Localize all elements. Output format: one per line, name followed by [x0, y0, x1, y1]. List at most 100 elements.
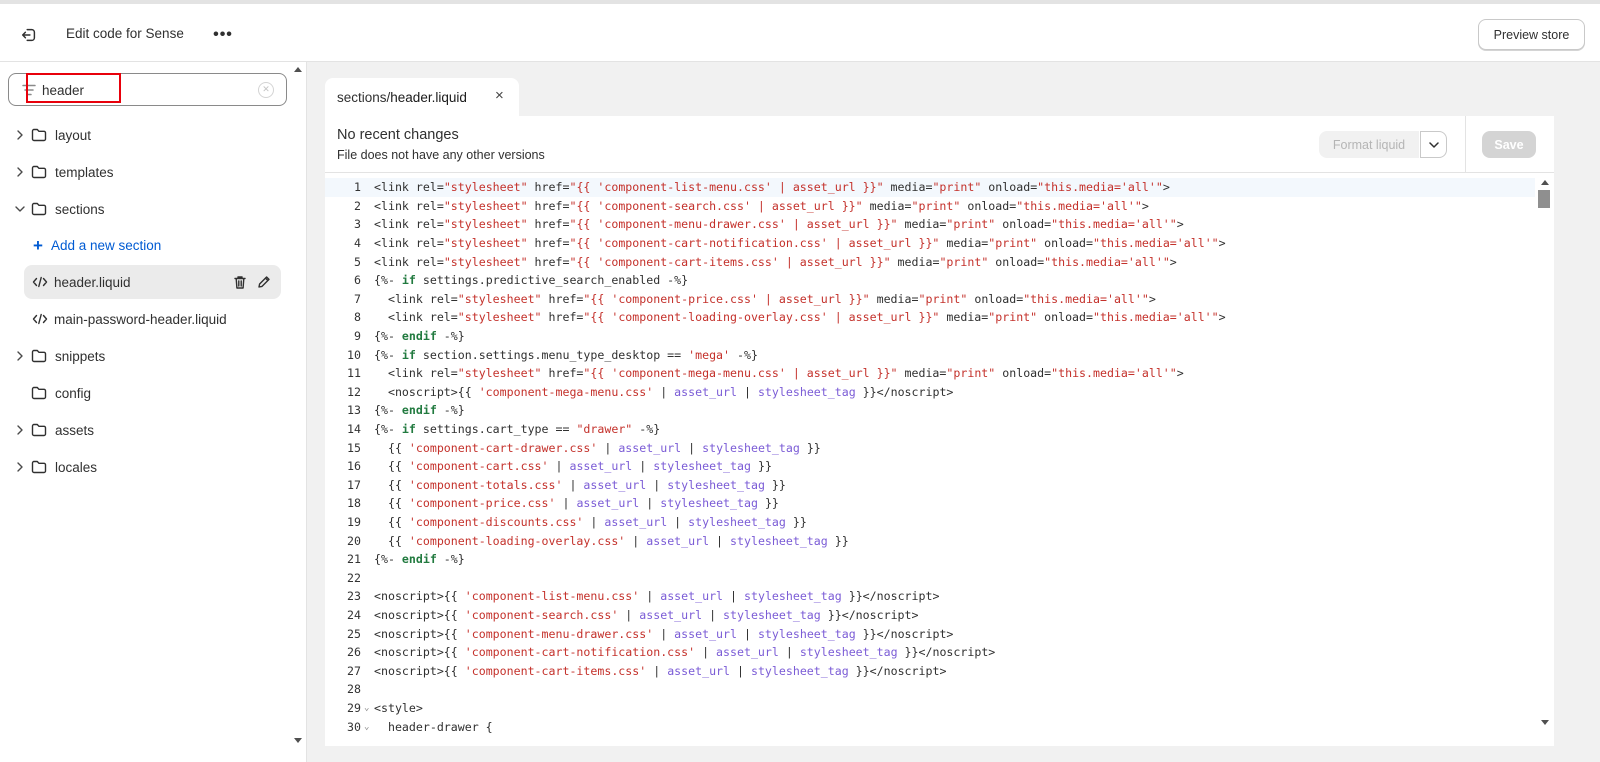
- save-button[interactable]: Save: [1482, 131, 1536, 158]
- line-number: 18: [347, 496, 361, 511]
- folder-icon: [31, 460, 47, 474]
- folder-icon: [31, 349, 47, 363]
- folder-locales[interactable]: locales: [0, 452, 300, 482]
- code-line[interactable]: 8 <link rel="stylesheet" href="{{ 'compo…: [325, 308, 1535, 327]
- code-line[interactable]: 27 <noscript>{{ 'component-cart-items.css…: [325, 662, 1535, 681]
- line-number: 14: [347, 422, 361, 437]
- code-line[interactable]: 12 <noscript>{{ 'component-mega-menu.css…: [325, 383, 1535, 402]
- code-line[interactable]: 26 <noscript>{{ 'component-cart-notificat…: [325, 643, 1535, 662]
- add-section-link[interactable]: + Add a new section: [33, 233, 161, 257]
- code-line[interactable]: 28: [325, 680, 1535, 699]
- folder-sections[interactable]: sections: [0, 194, 300, 224]
- exit-button[interactable]: [16, 22, 42, 48]
- line-number: 21: [347, 552, 361, 567]
- preview-store-button[interactable]: Preview store: [1478, 19, 1585, 50]
- code-text: {%- endif -%}: [374, 403, 465, 418]
- code-text: <noscript>{{ 'component-cart-notificatio…: [374, 645, 996, 660]
- code-line[interactable]: 15 {{ 'component-cart-drawer.css' | asse…: [325, 438, 1535, 457]
- trash-icon[interactable]: [230, 272, 250, 292]
- code-line[interactable]: 10 {%- if section.settings.menu_type_desk…: [325, 345, 1535, 364]
- file-item[interactable]: main-password-header.liquid: [24, 302, 281, 336]
- chevron-right-icon[interactable]: [14, 167, 26, 177]
- folder-config[interactable]: config: [0, 378, 300, 408]
- code-scroll-thumb[interactable]: [1538, 190, 1550, 208]
- code-text: header-drawer {: [374, 719, 493, 734]
- code-scroll-up-arrow[interactable]: [1541, 180, 1549, 185]
- code-text: {%- endif -%}: [374, 329, 465, 344]
- folder-label: locales: [55, 459, 98, 475]
- code-line[interactable]: 20 {{ 'component-loading-overlay.css' | …: [325, 531, 1535, 550]
- format-options-dropdown[interactable]: [1420, 131, 1447, 158]
- code-line[interactable]: 2 <link rel="stylesheet" href="{{ 'compon…: [325, 197, 1535, 216]
- code-line[interactable]: 1 <link rel="stylesheet" href="{{ 'compon…: [325, 178, 1535, 197]
- folder-icon: [31, 202, 47, 216]
- folder-templates[interactable]: templates: [0, 157, 300, 187]
- code-line[interactable]: 7 <link rel="stylesheet" href="{{ 'compo…: [325, 290, 1535, 309]
- code-line[interactable]: 11 <link rel="stylesheet" href="{{ 'comp…: [325, 364, 1535, 383]
- code-line[interactable]: 19 {{ 'component-discounts.css' | asset_…: [325, 513, 1535, 532]
- chevron-right-icon[interactable]: [14, 130, 26, 140]
- code-line[interactable]: 18 {{ 'component-price.css' | asset_url …: [325, 494, 1535, 513]
- code-line[interactable]: 13 {%- endif -%}: [325, 401, 1535, 420]
- folder-snippets[interactable]: snippets: [0, 341, 300, 371]
- add-section-label: Add a new section: [50, 237, 162, 253]
- code-text: <noscript>{{ 'component-menu-drawer.css'…: [374, 626, 954, 641]
- code-line[interactable]: 30 ⌄ header-drawer {: [325, 717, 1535, 736]
- code-scrollbar[interactable]: [1536, 174, 1554, 746]
- sidebar-scroll-up-arrow[interactable]: [294, 67, 302, 72]
- line-number: 17: [347, 477, 361, 492]
- file-label: header.liquid: [54, 274, 131, 290]
- page-title: Edit code for Sense: [66, 26, 184, 41]
- line-number: 19: [347, 515, 361, 530]
- pencil-icon[interactable]: [254, 272, 274, 292]
- tab-path-prefix: sections/: [337, 89, 391, 105]
- folder-icon: [31, 423, 47, 437]
- tab-header-liquid[interactable]: sections/header.liquid ×: [325, 78, 519, 116]
- file-item[interactable]: header.liquid: [24, 265, 281, 299]
- code-scroll-down-arrow[interactable]: [1541, 720, 1549, 725]
- file-search-input[interactable]: [42, 80, 242, 100]
- format-liquid-button[interactable]: Format liquid: [1319, 131, 1419, 158]
- plus-icon: +: [33, 235, 43, 255]
- code-text: <link rel="stylesheet" href="{{ 'compone…: [374, 180, 1170, 195]
- code-text: {{ 'component-loading-overlay.css' | ass…: [374, 533, 849, 548]
- clear-search-icon[interactable]: ✕: [258, 82, 274, 98]
- code-text: <noscript>{{ 'component-cart-items.css' …: [374, 663, 947, 678]
- code-line[interactable]: 22: [325, 569, 1535, 588]
- code-text: {{ 'component-totals.css' | asset_url | …: [374, 477, 786, 492]
- code-line[interactable]: 9 {%- endif -%}: [325, 327, 1535, 346]
- code-line[interactable]: 14 {%- if settings.cart_type == "drawer" …: [325, 420, 1535, 439]
- tab-close-icon[interactable]: ×: [495, 87, 504, 104]
- code-line[interactable]: 21 {%- endif -%}: [325, 550, 1535, 569]
- code-line[interactable]: 5 <link rel="stylesheet" href="{{ 'compon…: [325, 252, 1535, 271]
- folder-assets[interactable]: assets: [0, 415, 300, 445]
- code-line[interactable]: 3 <link rel="stylesheet" href="{{ 'compon…: [325, 215, 1535, 234]
- more-actions-button[interactable]: •••: [210, 22, 236, 48]
- line-number: 12: [347, 384, 361, 399]
- fold-chevron-icon[interactable]: ⌄: [364, 722, 372, 732]
- code-text: <link rel="stylesheet" href="{{ 'compone…: [374, 254, 1177, 269]
- code-line[interactable]: 25 <noscript>{{ 'component-menu-drawer.cs…: [325, 624, 1535, 643]
- code-line[interactable]: 24 <noscript>{{ 'component-search.css' | …: [325, 606, 1535, 625]
- code-text: <link rel="stylesheet" href="{{ 'compone…: [374, 310, 1226, 325]
- code-line[interactable]: 6 {%- if settings.predictive_search_enabl…: [325, 271, 1535, 290]
- code-text: <noscript>{{ 'component-mega-menu.css' |…: [374, 384, 954, 399]
- code-line[interactable]: 16 {{ 'component-cart.css' | asset_url |…: [325, 457, 1535, 476]
- chevron-right-icon[interactable]: [14, 425, 26, 435]
- filter-icon: [22, 84, 36, 96]
- folder-layout[interactable]: layout: [0, 120, 300, 150]
- code-line[interactable]: 29 ⌄ <style>: [325, 699, 1535, 718]
- chevron-right-icon[interactable]: [14, 462, 26, 472]
- file-search-box[interactable]: ✕: [8, 73, 287, 106]
- file-label: main-password-header.liquid: [54, 311, 227, 327]
- chevron-right-icon[interactable]: [14, 351, 26, 361]
- code-line[interactable]: 17 {{ 'component-totals.css' | asset_url…: [325, 476, 1535, 495]
- folder-label: sections: [55, 201, 105, 217]
- fold-chevron-icon[interactable]: ⌄: [364, 703, 372, 713]
- code-text-area[interactable]: 1 <link rel="stylesheet" href="{{ 'compon…: [325, 174, 1554, 746]
- chevron-down-icon[interactable]: [14, 205, 26, 213]
- sidebar-scroll-down-arrow[interactable]: [294, 738, 302, 743]
- line-number: 4: [354, 236, 361, 251]
- code-line[interactable]: 23 <noscript>{{ 'component-list-menu.css'…: [325, 587, 1535, 606]
- code-line[interactable]: 4 <link rel="stylesheet" href="{{ 'compon…: [325, 234, 1535, 253]
